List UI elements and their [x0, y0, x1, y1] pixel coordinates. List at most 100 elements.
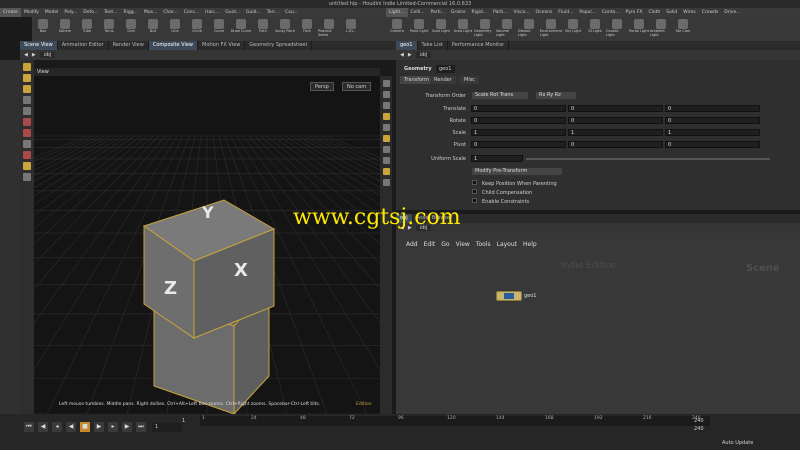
ghost-icon[interactable]: [23, 173, 31, 181]
shelf-tab[interactable]: Poly...: [61, 8, 80, 17]
shelf-tab[interactable]: Modify: [21, 8, 42, 17]
auto-update-label[interactable]: Auto Update: [722, 440, 753, 446]
pane-tab[interactable]: Performance Monitor: [448, 41, 510, 50]
shelf-tool[interactable]: Ambient Light: [650, 17, 672, 41]
shelf-tab[interactable]: Terr...: [264, 8, 282, 17]
shelf-tab[interactable]: Text...: [101, 8, 120, 17]
path-obj[interactable]: obj: [39, 52, 56, 58]
pane-tab[interactable]: Composite View: [148, 41, 198, 50]
shelf-tab[interactable]: Defo...: [80, 8, 101, 17]
play-icon[interactable]: ▶: [94, 422, 104, 432]
shelf-tab[interactable]: Rigid...: [468, 8, 490, 17]
shelf-tool[interactable]: Area Light: [452, 17, 474, 41]
shelf-tab[interactable]: Guid...: [243, 8, 264, 17]
select-tool-icon[interactable]: [23, 63, 31, 71]
param-field[interactable]: 0: [568, 105, 663, 112]
step-back-icon[interactable]: ◂: [52, 422, 62, 432]
forward-icon[interactable]: ▶: [408, 52, 412, 58]
param-field[interactable]: 1: [471, 129, 566, 136]
handle-tool-icon[interactable]: [23, 118, 31, 126]
checkbox[interactable]: [472, 198, 477, 203]
shelf-tool[interactable]: Sky Light: [562, 17, 584, 41]
shelf-tab[interactable]: Oceans: [533, 8, 556, 17]
jump-start-icon[interactable]: ⏮: [24, 422, 34, 432]
shelf-tool[interactable]: Path: [252, 17, 274, 41]
shelf-tool[interactable]: Grid: [120, 17, 142, 41]
param-tab[interactable]: Render: [430, 76, 456, 84]
shelf-tool[interactable]: Null: [142, 17, 164, 41]
shelf-tool[interactable]: Geometry Light: [474, 17, 496, 41]
network-editor[interactable]: Add Edit Go View Tools Layout Help Indie Editi…: [396, 233, 800, 414]
forward-icon[interactable]: ▶: [32, 52, 36, 58]
shelf-tab[interactable]: Cons...: [181, 8, 202, 17]
rotate-tool-icon[interactable]: [23, 96, 31, 104]
param-field[interactable]: 0: [568, 141, 663, 148]
shelf-tab[interactable]: Haic...: [202, 8, 222, 17]
back-icon[interactable]: ◀: [400, 52, 404, 58]
snap-tool-icon[interactable]: [23, 140, 31, 148]
persp-menu[interactable]: Persp: [310, 82, 334, 91]
shelf-tool[interactable]: Environment Light: [540, 17, 562, 41]
stop-icon[interactable]: ■: [80, 422, 90, 432]
param-field[interactable]: 1: [665, 129, 760, 136]
shelf-tab[interactable]: Mus...: [141, 8, 160, 17]
camera-icon[interactable]: [382, 157, 390, 164]
pane-tab[interactable]: Animation Editor: [58, 41, 109, 50]
shelf-tool[interactable]: Torus: [98, 17, 120, 41]
normals-icon[interactable]: [382, 146, 390, 153]
uniform-scale-field[interactable]: 1: [471, 155, 523, 162]
shelf-tool[interactable]: Camera: [386, 17, 408, 41]
shelf-tool[interactable]: Draw Curve: [230, 17, 252, 41]
shelf-tool[interactable]: Ste Cam: [672, 17, 694, 41]
shelf-tab[interactable]: Parti...: [490, 8, 510, 17]
shelf-tab[interactable]: Rigg...: [120, 8, 140, 17]
pane-tab[interactable]: Render View: [109, 41, 149, 50]
rotate-order-menu[interactable]: Rx Ry Rz: [536, 92, 576, 99]
shelf-tab[interactable]: Guid...: [222, 8, 243, 17]
view-tool-icon[interactable]: [23, 129, 31, 137]
shelf-tool[interactable]: Curve: [208, 17, 230, 41]
shelf-tab[interactable]: Conta...: [599, 8, 623, 17]
shelf-tool[interactable]: Box: [32, 17, 54, 41]
shelf-tool[interactable]: GI Light: [584, 17, 606, 41]
shelf-tool[interactable]: Spot Light: [430, 17, 452, 41]
shelf-tool[interactable]: Line: [164, 17, 186, 41]
camera-menu[interactable]: No cam: [342, 82, 372, 91]
param-field[interactable]: 0: [471, 141, 566, 148]
shelf-tool[interactable]: Caustic Light: [606, 17, 628, 41]
frame-ruler[interactable]: 1 24 48 72 96 120 144 168 192 216 240: [200, 416, 710, 426]
shelf-tool[interactable]: Platonic Solids: [318, 17, 340, 41]
move-tool-icon[interactable]: [23, 85, 31, 93]
shelf-tool[interactable]: Font: [296, 17, 318, 41]
shelf-tab[interactable]: Wires: [680, 8, 698, 17]
pane-tab[interactable]: geo1: [396, 41, 418, 50]
wire-icon[interactable]: [382, 113, 390, 120]
render-region-icon[interactable]: [23, 162, 31, 170]
magnet-icon[interactable]: [23, 151, 31, 159]
shelf-tab[interactable]: Visco...: [511, 8, 533, 17]
shelf-tab[interactable]: Cou...: [282, 8, 301, 17]
param-tab[interactable]: Misc: [460, 76, 480, 84]
checkbox[interactable]: [472, 180, 477, 185]
param-field[interactable]: 0: [471, 117, 566, 124]
jump-end-icon[interactable]: ⏭: [136, 422, 146, 432]
scale-tool-icon[interactable]: [23, 107, 31, 115]
shelf-tab[interactable]: Char...: [160, 8, 180, 17]
shelf-tool[interactable]: L-Sy...: [340, 17, 362, 41]
shelf-tool[interactable]: Portal Light: [628, 17, 650, 41]
param-field[interactable]: 0: [665, 117, 760, 124]
shelf-tab[interactable]: Grains: [448, 8, 469, 17]
shelf-tab[interactable]: Cloth: [646, 8, 664, 17]
modify-pre-transform-menu[interactable]: Modify Pre-Transform: [472, 168, 562, 175]
scene-viewport[interactable]: Y Z X Persp No cam Left mouse tumbles. M…: [34, 76, 380, 414]
shelf-tool[interactable]: Point Light: [408, 17, 430, 41]
checkbox[interactable]: [472, 189, 477, 194]
pose-tool-icon[interactable]: [23, 74, 31, 82]
shelf-tool[interactable]: Sphere: [54, 17, 76, 41]
step-forward-icon[interactable]: ▸: [108, 422, 118, 432]
shelf-tab[interactable]: Fluid...: [555, 8, 576, 17]
pane-tab[interactable]: Scene View: [20, 41, 58, 50]
shelf-tool[interactable]: Tube: [76, 17, 98, 41]
pane-tab[interactable]: Take List: [418, 41, 448, 50]
param-field[interactable]: 1: [568, 129, 663, 136]
